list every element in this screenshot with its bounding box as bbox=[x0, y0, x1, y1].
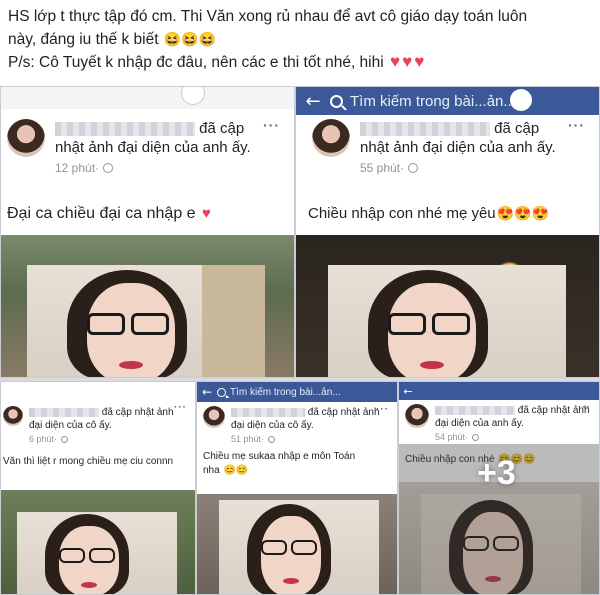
heart-icon: ♥ bbox=[402, 52, 413, 71]
screenshot-tile-5[interactable]: ← đã cập nhật ảnh đại diện của anh ấy. 5… bbox=[398, 381, 600, 595]
blurred-name bbox=[29, 407, 99, 417]
photo-collage[interactable]: đã cập nhật ảnh đại diện của anh ấy. 12 … bbox=[0, 86, 600, 595]
profile-photo bbox=[328, 265, 566, 377]
post-meta: 51 phút · bbox=[231, 434, 381, 444]
search-icon bbox=[330, 94, 343, 108]
glasses bbox=[59, 548, 85, 563]
blurred-name bbox=[360, 122, 490, 137]
heart-icon: ♥ bbox=[202, 205, 211, 222]
post-header: đã cập nhật ảnh đại diện của anh ấy. 12 … bbox=[7, 119, 255, 175]
smile-emoji-icon: 😊😊 bbox=[223, 465, 249, 476]
post-meta: 12 phút · bbox=[55, 161, 255, 175]
glasses bbox=[87, 313, 125, 335]
post-header: đã cập nhật ảnh đại diện của cô ấy. 6 ph… bbox=[3, 406, 179, 444]
more-options-icon[interactable]: ··· bbox=[578, 402, 591, 413]
search-field[interactable]: Tìm kiếm trong bài...ản... bbox=[217, 387, 341, 398]
lips bbox=[283, 578, 299, 584]
post-header: đã cập nhật ảnh đại diện của cô ấy. 51 p… bbox=[203, 406, 381, 444]
post-time: 6 phút bbox=[29, 434, 55, 444]
profile-photo bbox=[27, 265, 265, 377]
globe-icon bbox=[103, 163, 114, 173]
search-field[interactable]: Tìm kiếm trong bài...ản... bbox=[330, 93, 516, 110]
heart-icon: ♥ bbox=[414, 52, 425, 71]
blurred-name bbox=[435, 405, 515, 415]
blurred-name bbox=[231, 407, 305, 417]
back-arrow-icon[interactable]: ← bbox=[296, 91, 330, 112]
back-arrow-icon[interactable]: ← bbox=[197, 385, 217, 399]
avatar bbox=[405, 404, 429, 428]
more-options-icon[interactable]: ··· bbox=[263, 117, 280, 133]
screenshot-tile-1[interactable]: đã cập nhật ảnh đại diện của anh ấy. 12 … bbox=[0, 86, 295, 378]
search-placeholder: Tìm kiếm trong bài...ản... bbox=[350, 92, 516, 110]
more-options-icon[interactable]: ··· bbox=[174, 402, 187, 413]
post-caption: HS lớp t thực tập đó cm. Thi Văn xong rủ… bbox=[0, 0, 600, 86]
caption-line-2: này, đáng iu thế k biết 😆😆😆 bbox=[8, 28, 592, 51]
heart-eyes-emoji-icon: 😍😍😍 bbox=[496, 205, 549, 221]
lips bbox=[119, 361, 143, 369]
post-header: đã cập nhật ảnh đại diện của anh ấy. 55 … bbox=[312, 119, 570, 175]
caption-line-3: P/s: Cô Tuyết k nhập đc đâu, nên các e t… bbox=[8, 52, 425, 71]
back-arrow-icon[interactable]: ← bbox=[399, 385, 417, 398]
top-bar bbox=[1, 87, 294, 109]
screenshot-tile-4[interactable]: ← Tìm kiếm trong bài...ản... đã cập nhật… bbox=[196, 381, 398, 595]
post-text: Chiều nhập con nhé mẹ yêu😍😍😍 bbox=[308, 205, 549, 222]
globe-icon bbox=[61, 435, 69, 443]
lips bbox=[420, 361, 444, 369]
search-icon bbox=[217, 387, 226, 397]
blurred-name bbox=[55, 122, 195, 137]
camera-button-icon bbox=[181, 87, 205, 105]
glasses bbox=[261, 540, 287, 555]
post-meta: 55 phút · bbox=[360, 161, 570, 175]
laughing-emoji-icon: 😆😆😆 bbox=[163, 31, 217, 47]
post-time: 12 phút bbox=[55, 161, 96, 175]
globe-icon bbox=[472, 433, 480, 441]
avatar bbox=[203, 406, 225, 428]
profile-photo bbox=[219, 500, 379, 594]
facebook-search-bar[interactable]: ← Tìm kiếm trong bài...ản... bbox=[197, 382, 397, 402]
post-text: Chiều mẹ sukaa nhập e môn Toán nha 😊😊 bbox=[203, 451, 356, 476]
globe-icon bbox=[268, 435, 276, 443]
post-time: 54 phút bbox=[435, 432, 466, 442]
more-options-icon[interactable]: ··· bbox=[568, 117, 585, 133]
facebook-search-bar[interactable]: ← bbox=[399, 382, 599, 400]
camera-button-icon bbox=[510, 89, 532, 111]
glasses bbox=[388, 313, 426, 335]
screenshot-tile-3[interactable]: đã cập nhật ảnh đại diện của cô ấy. 6 ph… bbox=[0, 381, 196, 595]
globe-icon bbox=[408, 163, 419, 173]
caption-line-1: HS lớp t thực tập đó cm. Thi Văn xong rủ… bbox=[8, 8, 528, 25]
post-meta: 54 phút · bbox=[435, 432, 595, 442]
post-meta: 6 phút · bbox=[29, 434, 179, 444]
avatar bbox=[7, 119, 45, 157]
heart-icon: ♥ bbox=[390, 52, 401, 71]
more-photos-count[interactable]: +3 bbox=[477, 454, 516, 493]
screenshot-tile-2[interactable]: ← Tìm kiếm trong bài...ản... đã cập nhật… bbox=[295, 86, 600, 378]
post-header: đã cập nhật ảnh đại diện của anh ấy. 54 … bbox=[405, 404, 595, 442]
post-text: Đại ca chiều đại ca nhập e ♥ bbox=[7, 205, 211, 222]
search-placeholder: Tìm kiếm trong bài...ản... bbox=[230, 386, 341, 398]
lips bbox=[81, 582, 97, 588]
avatar bbox=[3, 406, 23, 426]
post-text: Văn thì liệt r mong chiều mẹ ciu connn bbox=[3, 456, 174, 467]
more-options-icon[interactable]: ··· bbox=[376, 404, 389, 415]
post-time: 55 phút bbox=[360, 161, 401, 175]
profile-photo bbox=[17, 512, 177, 594]
avatar bbox=[312, 119, 350, 157]
post-time: 51 phút bbox=[231, 434, 262, 444]
facebook-search-bar[interactable]: ← Tìm kiếm trong bài...ản... bbox=[296, 87, 599, 115]
